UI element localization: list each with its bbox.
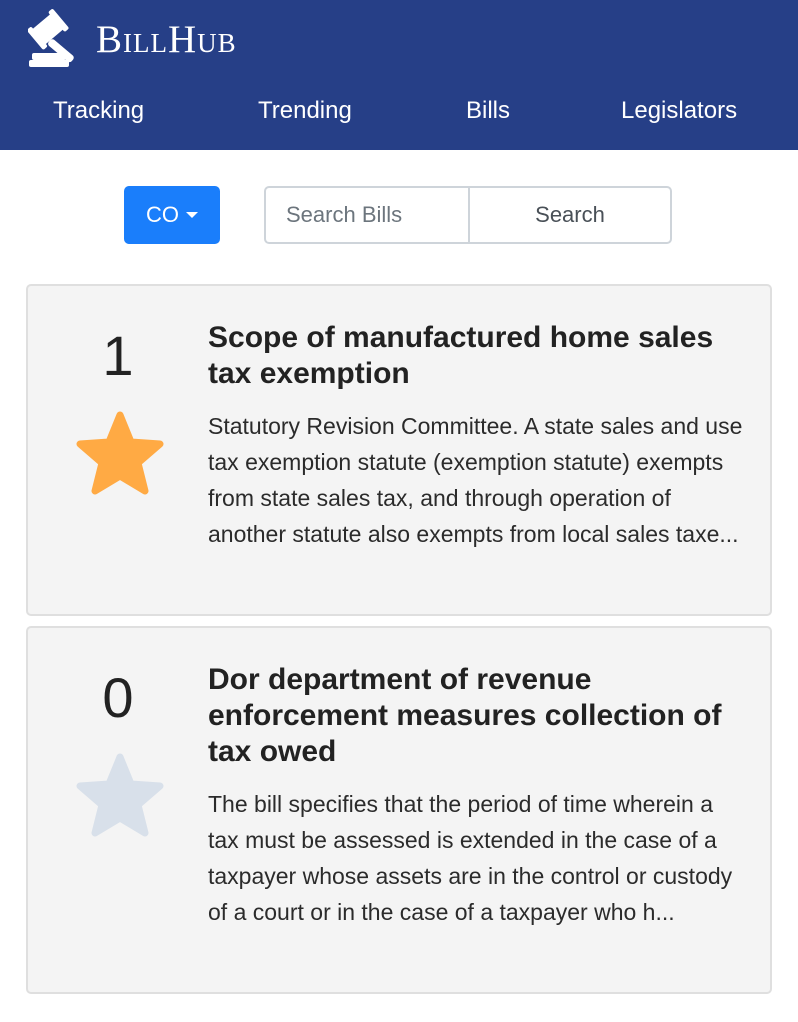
bill-card[interactable]: 0 Dor department of revenue enforcement … [26, 626, 772, 994]
bill-description: Statutory Revision Committee. A state sa… [208, 413, 743, 547]
search-toolbar: CO Search [0, 186, 798, 244]
brand-link[interactable]: BillHub [28, 8, 237, 70]
vote-count: 1 [102, 324, 134, 387]
state-dropdown-label: CO [146, 202, 179, 227]
nav-bills[interactable]: Bills [466, 96, 510, 126]
gavel-icon [28, 9, 74, 67]
search-button-label: Search [535, 202, 605, 227]
bill-title[interactable]: Dor department of revenue enforcement me… [208, 662, 748, 770]
bill-card[interactable]: 1 Scope of manufactured home sales tax e… [26, 284, 772, 616]
search-button[interactable]: Search [468, 186, 672, 244]
caret-down-icon [186, 212, 198, 218]
bill-description: The bill specifies that the period of ti… [208, 791, 733, 925]
bill-title[interactable]: Scope of manufactured home sales tax exe… [208, 320, 748, 392]
vote-count: 0 [102, 666, 134, 729]
search-input[interactable] [264, 186, 468, 244]
star-icon-empty[interactable] [76, 753, 164, 837]
brand-name: BillHub [96, 17, 237, 61]
nav-legislators[interactable]: Legislators [621, 96, 737, 126]
nav-tracking[interactable]: Tracking [53, 96, 144, 126]
state-dropdown-button[interactable]: CO [124, 186, 220, 244]
star-icon-filled[interactable] [76, 411, 164, 495]
navbar: BillHub Tracking Trending Bills Legislat… [0, 0, 798, 150]
nav-trending[interactable]: Trending [258, 96, 352, 126]
